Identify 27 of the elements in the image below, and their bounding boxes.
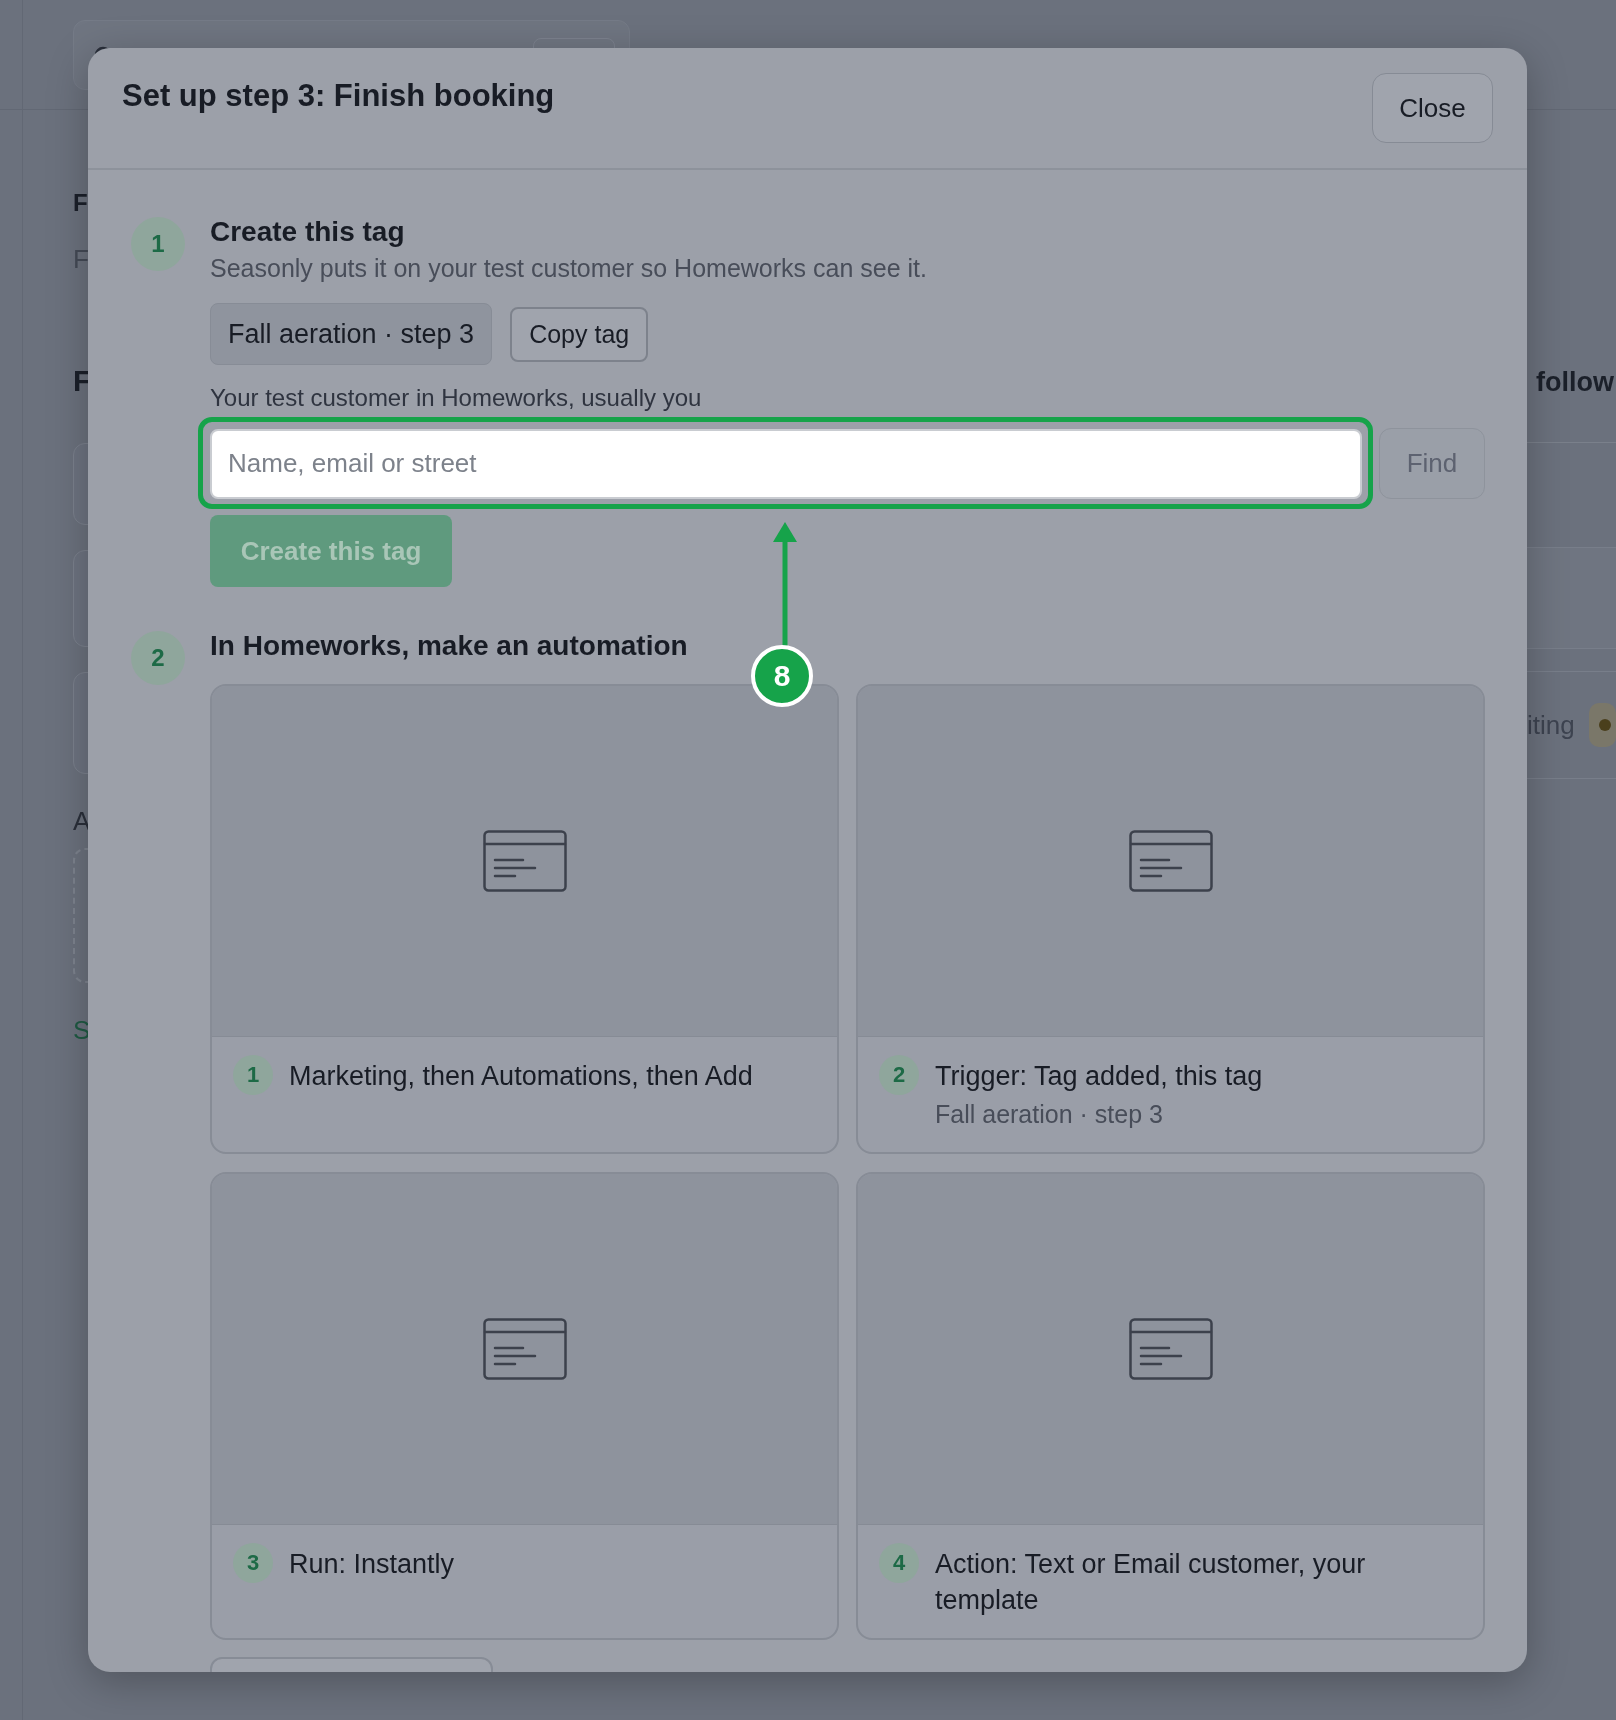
page-text: S (73, 1014, 91, 1047)
image-icon (482, 830, 567, 892)
close-button[interactable]: Close (1372, 73, 1493, 143)
image-icon (482, 1318, 567, 1380)
image-icon (1128, 1318, 1213, 1380)
copy-button[interactable]: Copy tag (510, 306, 649, 362)
card-detail: Fall aeration · step 3 (935, 1099, 1164, 1130)
card-number: 2 (879, 1055, 919, 1095)
step-description: Seasonly puts it on your test customer so Homeworks can see it. (210, 253, 928, 283)
field-label: Your test customer in Homeworks, usually you (210, 383, 703, 413)
tag-chip: Fall aeration · step 3 (210, 303, 493, 365)
card-number: 1 (233, 1055, 273, 1095)
image-icon (1128, 830, 1213, 892)
step-title: In Homeworks, make an automation (210, 629, 689, 663)
card-title: Action: Text or Email customer, your template (935, 1548, 1367, 1617)
page-text: F (73, 188, 88, 218)
card-title: Trigger: Tag added, this tag (935, 1060, 1263, 1093)
status-badge (1588, 703, 1616, 747)
card-title: Marketing, then Automations, then Add (289, 1060, 753, 1093)
card-number: 3 (233, 1543, 273, 1583)
card-title: Run: Instantly (289, 1548, 455, 1581)
card-number: 4 (879, 1543, 919, 1583)
step-title: Create this tag (210, 215, 406, 249)
step-number: 2 (131, 631, 185, 685)
dialog-title: Set up step 3: Finish booking (122, 77, 555, 115)
step-number: 1 (131, 217, 185, 271)
customer-search-field[interactable]: Name, email or street (210, 428, 1362, 499)
